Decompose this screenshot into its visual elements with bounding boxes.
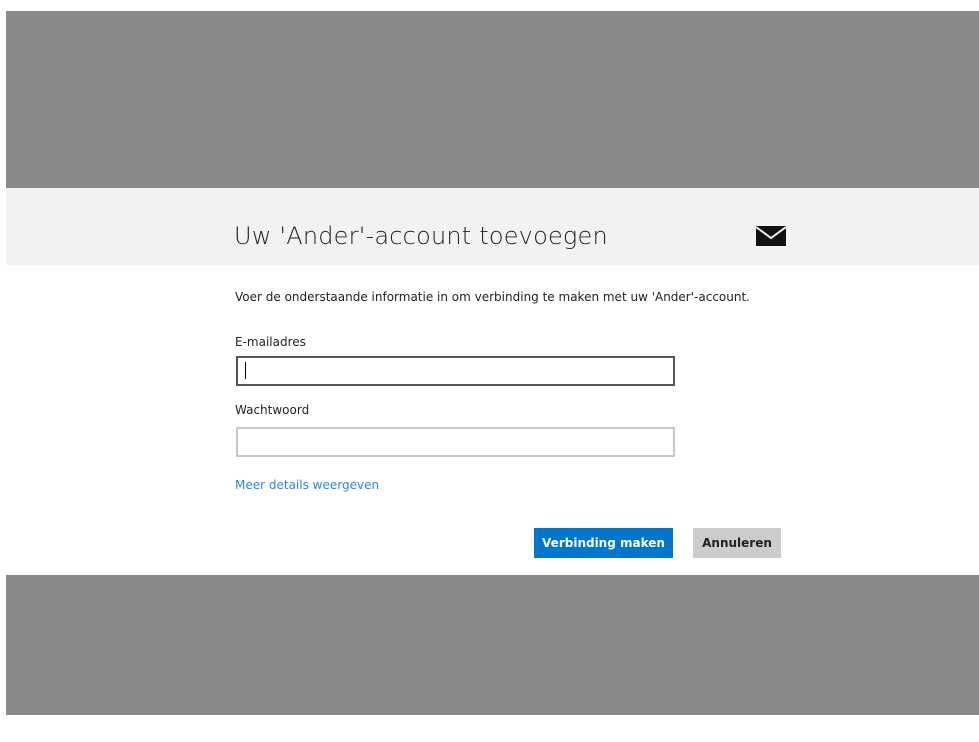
dialog-title: Uw 'Ander'-account toevoegen	[234, 222, 608, 250]
mail-icon	[756, 226, 786, 246]
text-caret	[245, 362, 246, 379]
email-label: E-mailadres	[235, 335, 306, 349]
password-input[interactable]	[236, 427, 675, 457]
screen: Uw 'Ander'-account toevoegen Voer de ond…	[0, 0, 979, 742]
password-label: Wachtwoord	[235, 403, 310, 417]
show-more-details-link[interactable]: Meer details weergeven	[235, 478, 379, 492]
email-input[interactable]	[236, 356, 675, 386]
cancel-button[interactable]: Annuleren	[693, 528, 781, 558]
dialog-description: Voer de onderstaande informatie in om ve…	[235, 290, 750, 304]
dialog-body	[6, 265, 979, 575]
dimmed-background-bottom	[6, 575, 979, 715]
dimmed-background-top	[6, 11, 979, 188]
connect-button[interactable]: Verbinding maken	[534, 528, 673, 558]
